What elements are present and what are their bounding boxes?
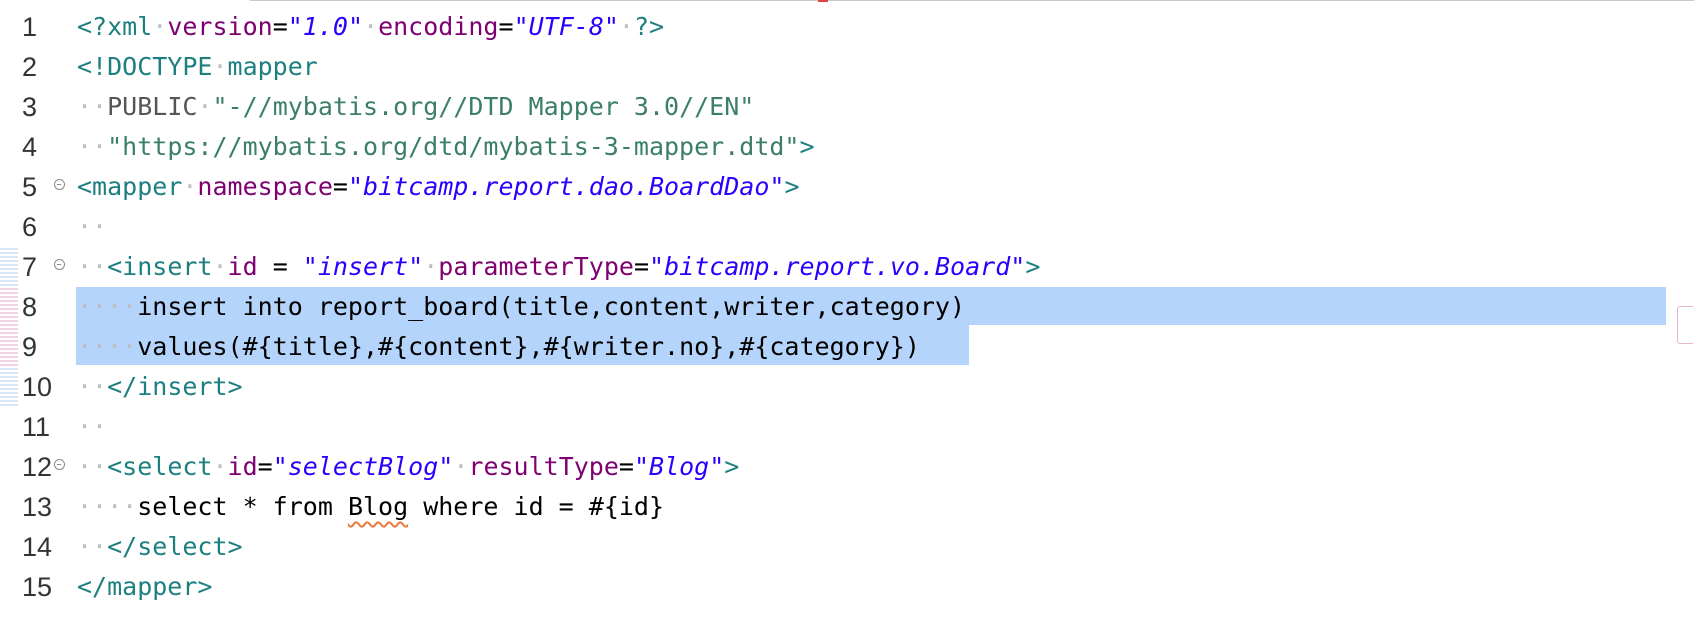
equals: = [618, 452, 634, 481]
code-text: ····insert into report_board(title,conte… [77, 292, 966, 321]
line-number: 14 [22, 532, 53, 562]
value-version: "1.0" [287, 12, 364, 41]
line-number: 12 [22, 452, 53, 482]
equals: = [257, 452, 273, 481]
code-line[interactable]: 3 ··PUBLIC·"-//mybatis.org//DTD Mapper 3… [0, 88, 1694, 125]
code-text: <!DOCTYPE·mapper [77, 52, 318, 81]
equals: = [332, 172, 348, 201]
line-number: 6 [22, 212, 38, 242]
attr-parameter-type: parameterType [438, 252, 634, 281]
code-text: <mapper·namespace="bitcamp.report.dao.Bo… [77, 172, 800, 201]
code-line[interactable]: 10 ··</insert> [0, 368, 1694, 405]
tag-close: > [1025, 252, 1041, 281]
line-number: 8 [22, 292, 38, 322]
code-line[interactable]: 14 ··</select> [0, 528, 1694, 565]
code-line[interactable]: 13 ····select * from Blog where id = #{i… [0, 488, 1694, 525]
line-number: 9 [22, 332, 38, 362]
sql-insert-statement: insert into report_board(title,content,w… [137, 292, 966, 321]
code-line[interactable]: 4 ··"https://mybatis.org/dtd/mybatis-3-m… [0, 128, 1694, 165]
equals: = [257, 252, 303, 281]
mapper-open-tag: <mapper [77, 172, 183, 201]
code-text: ··"https://mybatis.org/dtd/mybatis-3-map… [77, 132, 815, 161]
spelling-warning-word[interactable]: Blog [348, 492, 408, 521]
value-id: "insert" [302, 252, 424, 281]
code-text: ··</select> [77, 532, 243, 561]
line-number: 7 [22, 252, 38, 282]
line-number: 1 [22, 12, 38, 42]
code-text: ··</insert> [77, 372, 243, 401]
line-number: 15 [22, 572, 53, 602]
overview-ruler-marker[interactable] [1677, 306, 1693, 344]
line-number: 11 [22, 412, 51, 442]
line-number: 13 [22, 492, 53, 522]
value-result-type: "Blog" [633, 452, 725, 481]
xml-code-editor[interactable]: 1 <?xml·version="1.0"·encoding="UTF-8"·?… [0, 0, 1694, 627]
doctype-close: > [799, 132, 815, 161]
value-namespace: "bitcamp.report.dao.BoardDao" [347, 172, 785, 201]
xml-declaration-open: <?xml [77, 12, 153, 41]
code-line[interactable]: 7 ··<insert·id = "insert"·parameterType=… [0, 248, 1694, 285]
xml-declaration-close: ?> [633, 12, 665, 41]
doctype-name: mapper [227, 52, 318, 81]
equals: = [272, 12, 288, 41]
value-encoding: "UTF-8" [513, 12, 619, 41]
equals: = [498, 12, 514, 41]
line-number: 5 [22, 172, 38, 202]
code-text: ····select * from Blog where id = #{id} [77, 492, 665, 521]
code-line[interactable]: 11 ·· [0, 408, 1694, 445]
attr-version: version [167, 12, 273, 41]
code-text: ····values(#{title},#{content},#{writer.… [77, 332, 920, 361]
code-text: ·· [77, 412, 108, 441]
line-number: 10 [22, 372, 53, 402]
code-text: <?xml·version="1.0"·encoding="UTF-8"·?> [77, 12, 665, 41]
fold-collapse-icon[interactable] [54, 179, 65, 190]
code-line[interactable]: 1 <?xml·version="1.0"·encoding="UTF-8"·?… [0, 8, 1694, 45]
attr-encoding: encoding [378, 12, 499, 41]
code-line[interactable]: 6 ·· [0, 208, 1694, 245]
insert-close-tag: </insert> [107, 372, 243, 401]
code-line[interactable]: 15 </mapper> [0, 568, 1694, 605]
tag-close: > [724, 452, 740, 481]
insert-open-tag: <insert [107, 252, 213, 281]
tag-close: > [784, 172, 800, 201]
value-parameter-type: "bitcamp.report.vo.Board" [649, 252, 1026, 281]
code-text: ··<insert·id = "insert"·parameterType="b… [77, 252, 1041, 281]
doctype-open: <!DOCTYPE [77, 52, 213, 81]
line-number: 4 [22, 132, 38, 162]
code-text: </mapper> [77, 570, 212, 603]
code-line[interactable]: 12 ··<select·id="selectBlog"·resultType=… [0, 448, 1694, 485]
code-text: ··PUBLIC·"-//mybatis.org//DTD Mapper 3.0… [77, 92, 755, 121]
line-number: 2 [22, 52, 38, 82]
code-text: ·· [77, 212, 108, 241]
select-open-tag: <select [107, 452, 213, 481]
attr-result-type: resultType [468, 452, 619, 481]
code-line-selected[interactable]: 8 ····insert into report_board(title,con… [0, 288, 1694, 325]
sql-select-part-1: select * from [137, 492, 348, 521]
public-id-string: "-//mybatis.org//DTD Mapper 3.0//EN" [212, 92, 755, 121]
code-line[interactable]: 5 <mapper·namespace="bitcamp.report.dao.… [0, 168, 1694, 205]
equals: = [633, 252, 650, 281]
attr-id: id [227, 452, 258, 481]
fold-collapse-icon[interactable] [54, 259, 65, 270]
value-id: "selectBlog" [272, 452, 454, 481]
code-text: ··<select·id="selectBlog"·resultType="Bl… [77, 452, 740, 481]
code-line-selected[interactable]: 9 ····values(#{title},#{content},#{write… [0, 328, 1694, 365]
attr-namespace: namespace [197, 172, 333, 201]
mapper-close-tag: </mapper> [77, 572, 213, 601]
public-keyword: PUBLIC [107, 92, 198, 121]
select-close-tag: </select> [107, 532, 243, 561]
line-number: 3 [22, 92, 38, 122]
system-id-string: "https://mybatis.org/dtd/mybatis-3-mappe… [107, 132, 800, 161]
attr-id: id [227, 252, 258, 281]
sql-values-clause: values(#{title},#{content},#{writer.no},… [137, 332, 920, 361]
fold-collapse-icon[interactable] [54, 459, 65, 470]
code-line[interactable]: 2 <!DOCTYPE·mapper [0, 48, 1694, 85]
sql-select-part-2: where id = #{id} [408, 492, 665, 521]
